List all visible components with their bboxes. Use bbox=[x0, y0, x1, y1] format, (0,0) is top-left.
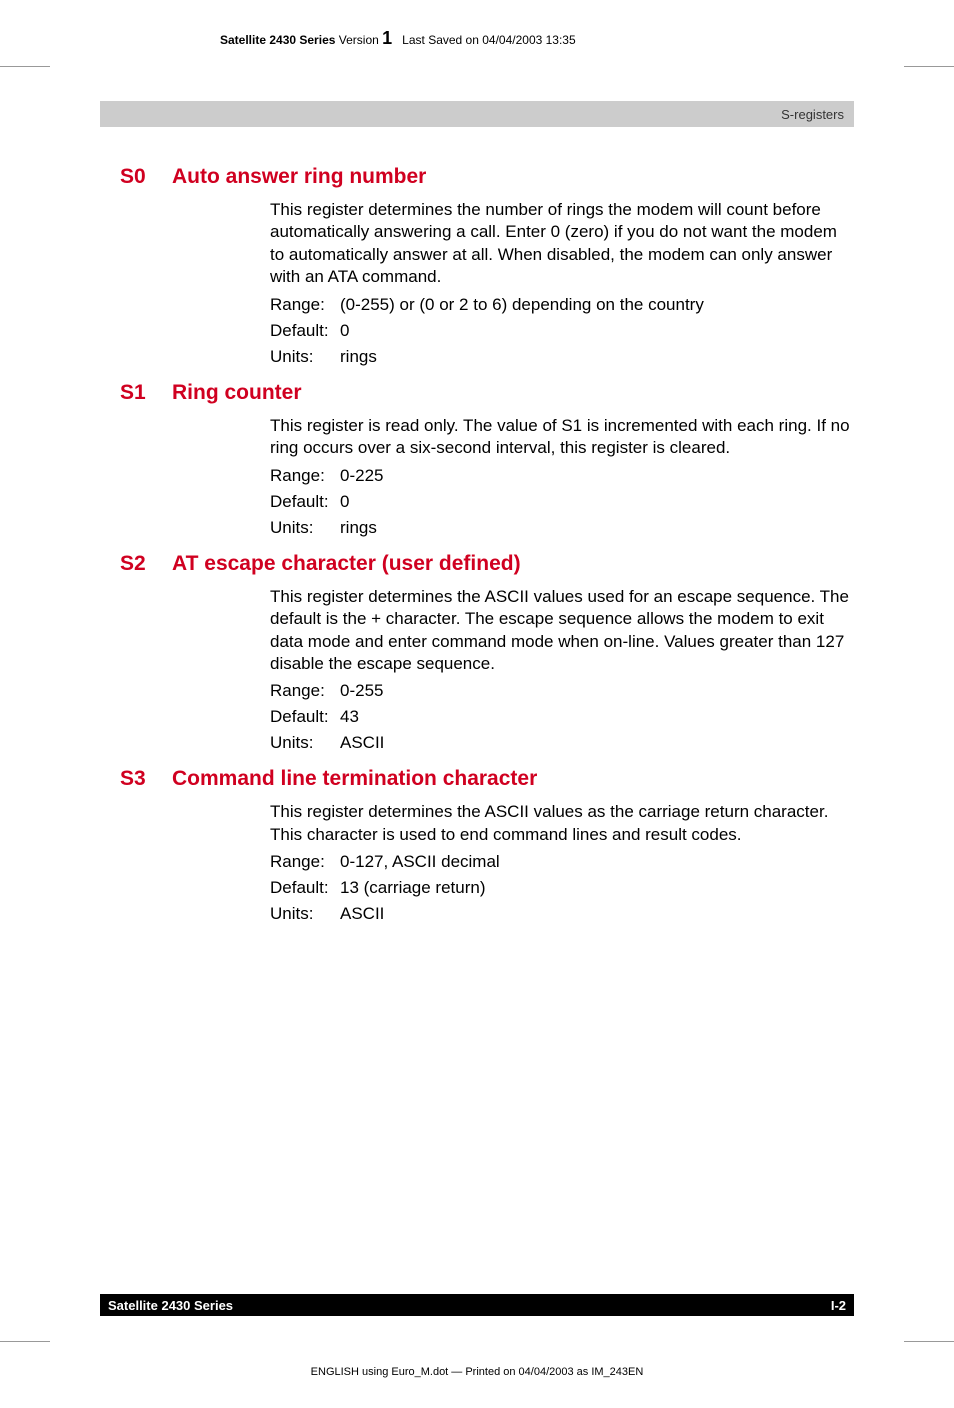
register-title: AT escape character (user defined) bbox=[172, 552, 521, 576]
range-label: Range: bbox=[270, 852, 340, 872]
units-label: Units: bbox=[270, 733, 340, 753]
default-label: Default: bbox=[270, 707, 340, 727]
default-row: Default: 13 (carriage return) bbox=[270, 878, 854, 898]
section-description: This register determines the number of r… bbox=[270, 199, 854, 289]
range-value: (0-255) or (0 or 2 to 6) depending on th… bbox=[340, 295, 704, 315]
version-label: Version bbox=[339, 33, 379, 47]
range-row: Range: 0-225 bbox=[270, 466, 854, 486]
section-body-s2: This register determines the ASCII value… bbox=[270, 586, 854, 754]
default-value: 0 bbox=[340, 321, 349, 341]
default-value: 13 (carriage return) bbox=[340, 878, 486, 898]
section-description: This register determines the ASCII value… bbox=[270, 801, 854, 846]
register-code: S3 bbox=[120, 767, 172, 791]
footer-left: Satellite 2430 Series bbox=[108, 1298, 233, 1313]
register-title: Command line termination character bbox=[172, 767, 537, 791]
units-value: ASCII bbox=[340, 904, 384, 924]
range-label: Range: bbox=[270, 295, 340, 315]
print-info-line: ENGLISH using Euro_M.dot — Printed on 04… bbox=[0, 1366, 954, 1378]
default-value: 0 bbox=[340, 492, 349, 512]
section-heading-s3: S3 Command line termination character bbox=[120, 767, 854, 791]
default-label: Default: bbox=[270, 878, 340, 898]
units-row: Units: rings bbox=[270, 518, 854, 538]
range-value: 0-127, ASCII decimal bbox=[340, 852, 500, 872]
section-heading-s1: S1 Ring counter bbox=[120, 381, 854, 405]
section-description: This register determines the ASCII value… bbox=[270, 586, 854, 676]
section-heading-s2: S2 AT escape character (user defined) bbox=[120, 552, 854, 576]
units-label: Units: bbox=[270, 518, 340, 538]
crop-mark bbox=[904, 66, 954, 67]
section-banner: S-registers bbox=[100, 101, 854, 127]
main-content: S0 Auto answer ring number This register… bbox=[100, 127, 854, 924]
crop-mark bbox=[904, 1341, 954, 1342]
register-code: S0 bbox=[120, 165, 172, 189]
section-body-s0: This register determines the number of r… bbox=[270, 199, 854, 367]
default-value: 43 bbox=[340, 707, 359, 727]
crop-mark bbox=[0, 1341, 50, 1342]
units-label: Units: bbox=[270, 904, 340, 924]
range-value: 0-255 bbox=[340, 681, 383, 701]
range-row: Range: 0-255 bbox=[270, 681, 854, 701]
range-row: Range: 0-127, ASCII decimal bbox=[270, 852, 854, 872]
units-value: rings bbox=[340, 347, 377, 367]
units-label: Units: bbox=[270, 347, 340, 367]
footer-right: I-2 bbox=[831, 1298, 846, 1313]
units-value: ASCII bbox=[340, 733, 384, 753]
series-name: Satellite 2430 Series bbox=[220, 33, 335, 47]
version-number: 1 bbox=[382, 28, 392, 48]
banner-right-text: S-registers bbox=[781, 107, 844, 122]
page-content: Satellite 2430 Series Version 1 Last Sav… bbox=[0, 0, 954, 924]
saved-timestamp: Last Saved on 04/04/2003 13:35 bbox=[402, 33, 575, 47]
section-heading-s0: S0 Auto answer ring number bbox=[120, 165, 854, 189]
default-row: Default: 43 bbox=[270, 707, 854, 727]
register-code: S1 bbox=[120, 381, 172, 405]
register-code: S2 bbox=[120, 552, 172, 576]
units-row: Units: ASCII bbox=[270, 733, 854, 753]
default-row: Default: 0 bbox=[270, 492, 854, 512]
document-header: Satellite 2430 Series Version 1 Last Sav… bbox=[100, 0, 854, 49]
range-label: Range: bbox=[270, 681, 340, 701]
units-value: rings bbox=[340, 518, 377, 538]
units-row: Units: rings bbox=[270, 347, 854, 367]
default-row: Default: 0 bbox=[270, 321, 854, 341]
section-body-s1: This register is read only. The value of… bbox=[270, 415, 854, 538]
section-description: This register is read only. The value of… bbox=[270, 415, 854, 460]
register-title: Ring counter bbox=[172, 381, 302, 405]
register-title: Auto answer ring number bbox=[172, 165, 426, 189]
section-body-s3: This register determines the ASCII value… bbox=[270, 801, 854, 924]
range-row: Range: (0-255) or (0 or 2 to 6) dependin… bbox=[270, 295, 854, 315]
default-label: Default: bbox=[270, 492, 340, 512]
range-label: Range: bbox=[270, 466, 340, 486]
default-label: Default: bbox=[270, 321, 340, 341]
units-row: Units: ASCII bbox=[270, 904, 854, 924]
crop-mark bbox=[0, 66, 50, 67]
page-footer-bar: Satellite 2430 Series I-2 bbox=[100, 1294, 854, 1316]
range-value: 0-225 bbox=[340, 466, 383, 486]
